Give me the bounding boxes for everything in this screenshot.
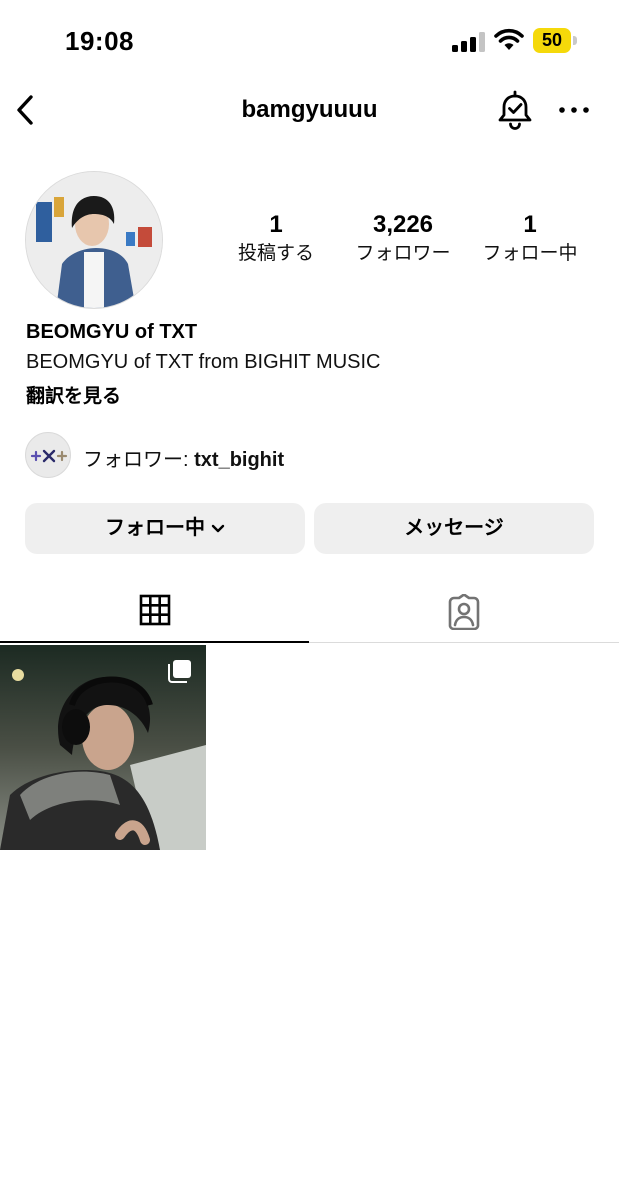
followed-by-username[interactable]: txt_bighit bbox=[194, 449, 284, 471]
message-button-label: メッセージ bbox=[404, 517, 504, 539]
tagged-person-icon bbox=[448, 594, 480, 630]
stat-posts[interactable]: 1 投稿する bbox=[211, 210, 341, 268]
posts-label: 投稿する bbox=[237, 243, 314, 264]
posts-count: 1 bbox=[269, 211, 283, 238]
followed-by-row[interactable]: フォロワー: txt_bighit bbox=[25, 432, 585, 478]
wifi-icon bbox=[494, 28, 524, 50]
grid-icon bbox=[139, 594, 171, 626]
chevron-down-icon bbox=[211, 524, 225, 532]
stat-following[interactable]: 1 フォロー中 bbox=[465, 210, 595, 268]
bell-check-icon[interactable] bbox=[496, 90, 534, 130]
following-button[interactable]: フォロー中 bbox=[25, 503, 305, 554]
followed-by-prefix: フォロワー: bbox=[83, 449, 195, 471]
status-bar: 19:08 50 bbox=[0, 0, 619, 80]
following-label: フォロー中 bbox=[482, 243, 578, 264]
battery-tip bbox=[573, 36, 577, 45]
txt-logo-icon bbox=[30, 449, 68, 463]
more-horizontal-icon[interactable] bbox=[557, 98, 591, 122]
profile-tabs bbox=[0, 580, 619, 643]
followed-by-text: フォロワー: txt_bighit bbox=[83, 443, 284, 472]
following-button-label: フォロー中 bbox=[105, 517, 205, 539]
followers-label: フォロワー bbox=[355, 243, 451, 264]
following-count: 1 bbox=[523, 211, 537, 238]
profile-bio: BEOMGYU of TXT from BIGHIT MUSIC bbox=[26, 351, 381, 373]
profile-name: BEOMGYU of TXT bbox=[26, 321, 198, 343]
battery-indicator: 50 bbox=[533, 28, 577, 53]
post-thumbnail[interactable] bbox=[0, 645, 206, 850]
mutual-follower-avatar bbox=[25, 432, 71, 478]
tab-tagged[interactable] bbox=[310, 580, 619, 643]
see-translation-link[interactable]: 翻訳を見る bbox=[26, 381, 121, 408]
top-nav: bamgyuuuu bbox=[0, 80, 619, 140]
tab-posts-grid[interactable] bbox=[0, 580, 309, 643]
battery-level: 50 bbox=[541, 30, 563, 50]
message-button[interactable]: メッセージ bbox=[314, 503, 594, 554]
followers-count: 3,226 bbox=[372, 211, 434, 238]
status-time: 19:08 bbox=[65, 26, 134, 56]
profile-stats: 1 投稿する 3,226 フォロワー 1 フォロー中 bbox=[0, 210, 619, 270]
stat-followers[interactable]: 3,226 フォロワー bbox=[338, 210, 468, 268]
carousel-icon bbox=[168, 660, 191, 683]
signal-icon bbox=[452, 32, 485, 52]
